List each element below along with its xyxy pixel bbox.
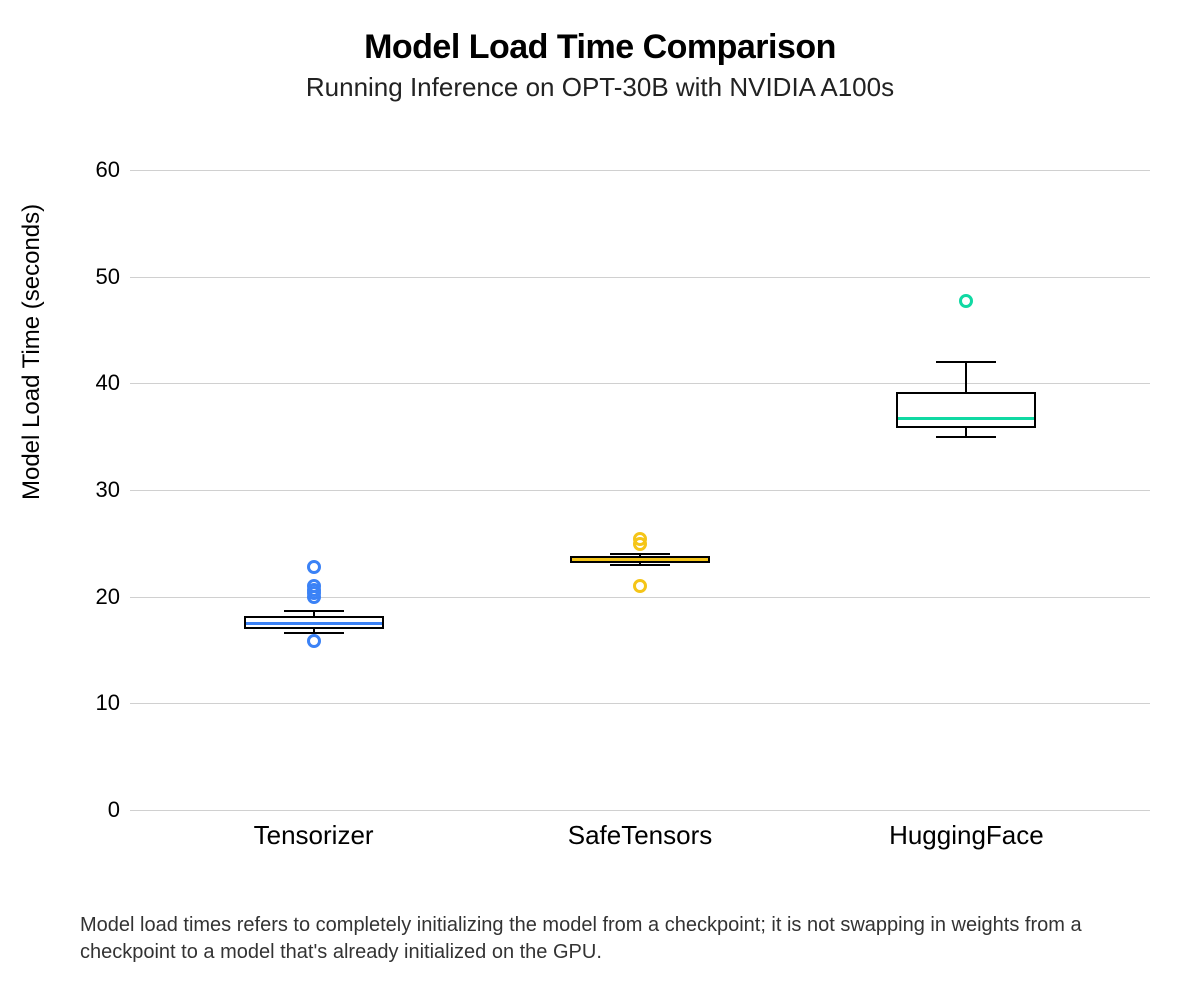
gridline (130, 703, 1150, 704)
whisker-cap (610, 553, 670, 555)
gridline (130, 597, 1150, 598)
y-tick-label: 0 (60, 797, 120, 823)
outlier-point (633, 532, 647, 546)
chart-caption: Model load times refers to completely in… (80, 912, 1140, 966)
chart-subtitle: Running Inference on OPT-30B with NVIDIA… (0, 72, 1200, 103)
x-tick-label: Tensorizer (254, 820, 374, 851)
y-tick-label: 10 (60, 690, 120, 716)
whisker-cap (284, 610, 344, 612)
outlier-point (307, 634, 321, 648)
x-tick-label: HuggingFace (889, 820, 1044, 851)
outlier-point (307, 579, 321, 593)
gridline (130, 383, 1150, 384)
median-line (572, 558, 708, 561)
y-tick-label: 60 (60, 157, 120, 183)
outlier-point (307, 560, 321, 574)
box (896, 392, 1036, 428)
median-line (246, 622, 382, 625)
outlier-point (633, 579, 647, 593)
whisker-cap (936, 361, 996, 363)
median-line (898, 417, 1034, 420)
whisker-cap (936, 436, 996, 438)
plot-area: 0102030405060TensorizerSafeTensorsHuggin… (130, 170, 1150, 810)
x-tick-label: SafeTensors (568, 820, 713, 851)
gridline (130, 810, 1150, 811)
gridline (130, 277, 1150, 278)
outlier-point (959, 294, 973, 308)
chart-title: Model Load Time Comparison (0, 28, 1200, 67)
gridline (130, 170, 1150, 171)
y-tick-label: 30 (60, 477, 120, 503)
y-tick-label: 50 (60, 264, 120, 290)
gridline (130, 490, 1150, 491)
y-tick-label: 40 (60, 370, 120, 396)
y-tick-label: 20 (60, 584, 120, 610)
y-axis-label: Model Load Time (seconds) (18, 204, 46, 500)
whisker-cap (610, 564, 670, 566)
